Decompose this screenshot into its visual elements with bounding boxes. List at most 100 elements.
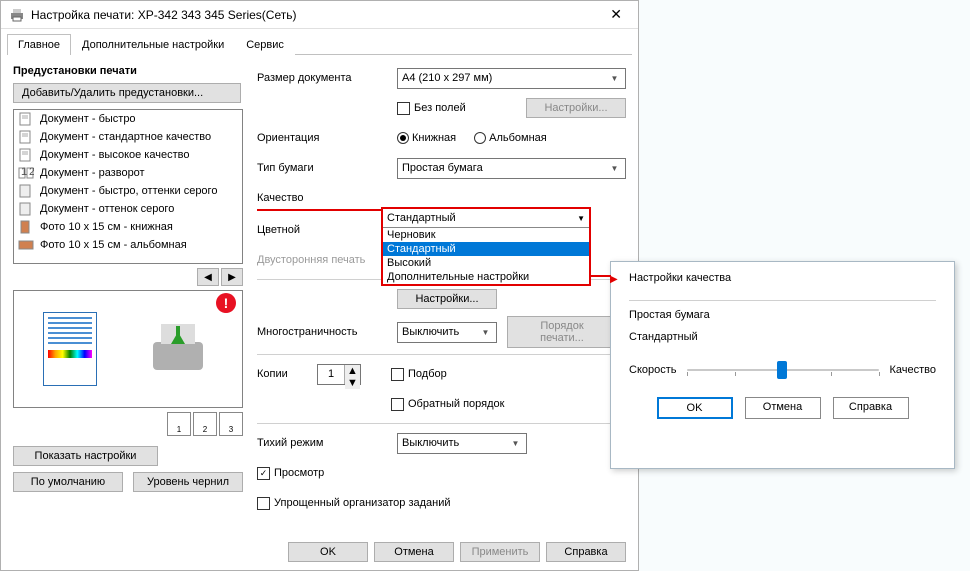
- preset-list[interactable]: Документ - быстро Документ - стандартное…: [13, 109, 243, 264]
- photo-portrait-icon: [18, 220, 34, 234]
- chevron-down-icon: ▼: [507, 434, 524, 453]
- preset-item[interactable]: Документ - высокое качество: [14, 146, 242, 164]
- tab-bar: Главное Дополнительные настройки Сервис: [7, 33, 632, 55]
- page-icon: 2: [193, 412, 217, 436]
- right-column: Размер документа A4 (210 x 297 мм)▼ Без …: [257, 65, 626, 520]
- quality-dropdown-header[interactable]: Стандартный▼: [383, 209, 589, 228]
- quiet-select[interactable]: Выключить▼: [397, 433, 527, 454]
- preset-item[interactable]: 12Документ - разворот: [14, 164, 242, 182]
- paper-type-label: Тип бумаги: [257, 162, 397, 174]
- defaults-button[interactable]: По умолчанию: [13, 472, 123, 492]
- paper-type-select[interactable]: Простая бумага▼: [397, 158, 626, 179]
- add-remove-presets-button[interactable]: Добавить/Удалить предустановки...: [13, 83, 241, 103]
- chevron-down-icon: ▼: [577, 214, 585, 223]
- page-icon: 1: [167, 412, 191, 436]
- chevron-down-icon: ▼: [606, 159, 623, 178]
- chevron-down-icon: ▼: [606, 69, 623, 88]
- borderless-settings-button: Настройки...: [526, 98, 626, 118]
- presets-title: Предустановки печати: [13, 65, 243, 77]
- doc-gray-icon: [18, 184, 34, 198]
- titlebar: Настройка печати: XP-342 343 345 Series(…: [1, 1, 638, 29]
- spin-down-icon[interactable]: ▼: [345, 377, 360, 389]
- dialog-buttons: OK Отмена Применить Справка: [288, 542, 626, 562]
- tab-additional[interactable]: Дополнительные настройки: [71, 34, 235, 55]
- arrow-right-icon: ▶: [610, 274, 618, 285]
- popup-ok-button[interactable]: OK: [657, 397, 733, 419]
- slider-thumb[interactable]: [777, 361, 787, 379]
- alert-icon: !: [216, 293, 236, 313]
- preset-nav: ◀ ▶: [13, 268, 243, 286]
- preset-next-button[interactable]: ▶: [221, 268, 243, 286]
- multipage-select[interactable]: Выключить▼: [397, 322, 497, 343]
- multipage-label: Многостраничность: [257, 326, 397, 338]
- slider-speed-label: Скорость: [629, 364, 677, 376]
- orientation-portrait-radio[interactable]: [397, 132, 409, 144]
- copies-spinner[interactable]: ▲▼: [317, 364, 361, 385]
- simplified-checkbox[interactable]: [257, 497, 270, 510]
- quality-dropdown-open[interactable]: Стандартный▼ Черновик Стандартный Высоки…: [381, 207, 591, 286]
- svg-text:1: 1: [21, 166, 27, 178]
- page-order-button: Порядок печати...: [507, 316, 617, 348]
- tab-service[interactable]: Сервис: [235, 34, 295, 55]
- orientation-label: Ориентация: [257, 132, 397, 144]
- help-button[interactable]: Справка: [546, 542, 626, 562]
- preset-item[interactable]: Фото 10 x 15 см - альбомная: [14, 236, 242, 254]
- spin-up-icon[interactable]: ▲: [345, 365, 360, 377]
- page-icon: 3: [219, 412, 243, 436]
- copies-label: Копии: [257, 368, 317, 380]
- chevron-down-icon: ▼: [477, 323, 494, 342]
- quiet-label: Тихий режим: [257, 437, 397, 449]
- popup-paper-label: Простая бумага: [629, 309, 936, 321]
- tab-main[interactable]: Главное: [7, 34, 71, 55]
- reverse-checkbox[interactable]: [391, 398, 404, 411]
- preset-item[interactable]: Документ - быстро, оттенки серого: [14, 182, 242, 200]
- doc-size-select[interactable]: A4 (210 x 297 мм)▼: [397, 68, 626, 89]
- page-number-icons: 1 2 3: [13, 412, 243, 436]
- slider-quality-label: Качество: [889, 364, 936, 376]
- quality-option[interactable]: Дополнительные настройки: [383, 270, 589, 284]
- quality-label: Качество: [257, 192, 397, 204]
- photo-landscape-icon: [18, 238, 34, 252]
- preset-prev-button[interactable]: ◀: [197, 268, 219, 286]
- doc-icon: [18, 148, 34, 162]
- svg-text:2: 2: [29, 166, 34, 178]
- popup-help-button[interactable]: Справка: [833, 397, 909, 419]
- popup-title: Настройки качества: [629, 272, 731, 284]
- duplex-label: Двусторонняя печать: [257, 254, 397, 266]
- preset-item[interactable]: Документ - стандартное качество: [14, 128, 242, 146]
- collate-checkbox[interactable]: [391, 368, 404, 381]
- preset-item[interactable]: Документ - оттенок серого: [14, 200, 242, 218]
- apply-button: Применить: [460, 542, 540, 562]
- preset-item[interactable]: Фото 10 x 15 см - книжная: [14, 218, 242, 236]
- ink-levels-button[interactable]: Уровень чернил: [133, 472, 243, 492]
- doc-icon: [18, 112, 34, 126]
- content-area: Предустановки печати Добавить/Удалить пр…: [1, 55, 638, 526]
- doc-icon: [18, 130, 34, 144]
- quality-highlight-line: [257, 209, 397, 211]
- preview-box: !: [13, 290, 243, 408]
- orientation-landscape-radio[interactable]: [474, 132, 486, 144]
- borderless-checkbox[interactable]: [397, 102, 410, 115]
- close-button[interactable]: ✕: [602, 6, 630, 23]
- printer-icon: [9, 8, 25, 22]
- color-label: Цветной: [257, 224, 397, 236]
- left-column: Предустановки печати Добавить/Удалить пр…: [13, 65, 243, 520]
- quality-slider[interactable]: [687, 361, 880, 379]
- copies-input[interactable]: [318, 365, 344, 384]
- popup-cancel-button[interactable]: Отмена: [745, 397, 821, 419]
- quality-option[interactable]: Стандартный: [383, 242, 589, 256]
- quality-option[interactable]: Черновик: [383, 228, 589, 242]
- preset-item[interactable]: Документ - быстро: [14, 110, 242, 128]
- printer-preview-icon: [143, 314, 213, 384]
- preview-checkbox[interactable]: ✓: [257, 467, 270, 480]
- doc-gray-icon: [18, 202, 34, 216]
- cancel-button[interactable]: Отмена: [374, 542, 454, 562]
- left-buttons: Показать настройки По умолчанию Уровень …: [13, 446, 243, 492]
- window-title: Настройка печати: XP-342 343 345 Series(…: [31, 8, 602, 22]
- doc-size-label: Размер документа: [257, 72, 397, 84]
- duplex-settings-button[interactable]: Настройки...: [397, 289, 497, 309]
- borderless-label: Без полей: [414, 102, 466, 114]
- show-settings-button[interactable]: Показать настройки: [13, 446, 158, 466]
- ok-button[interactable]: OK: [288, 542, 368, 562]
- quality-option[interactable]: Высокий: [383, 256, 589, 270]
